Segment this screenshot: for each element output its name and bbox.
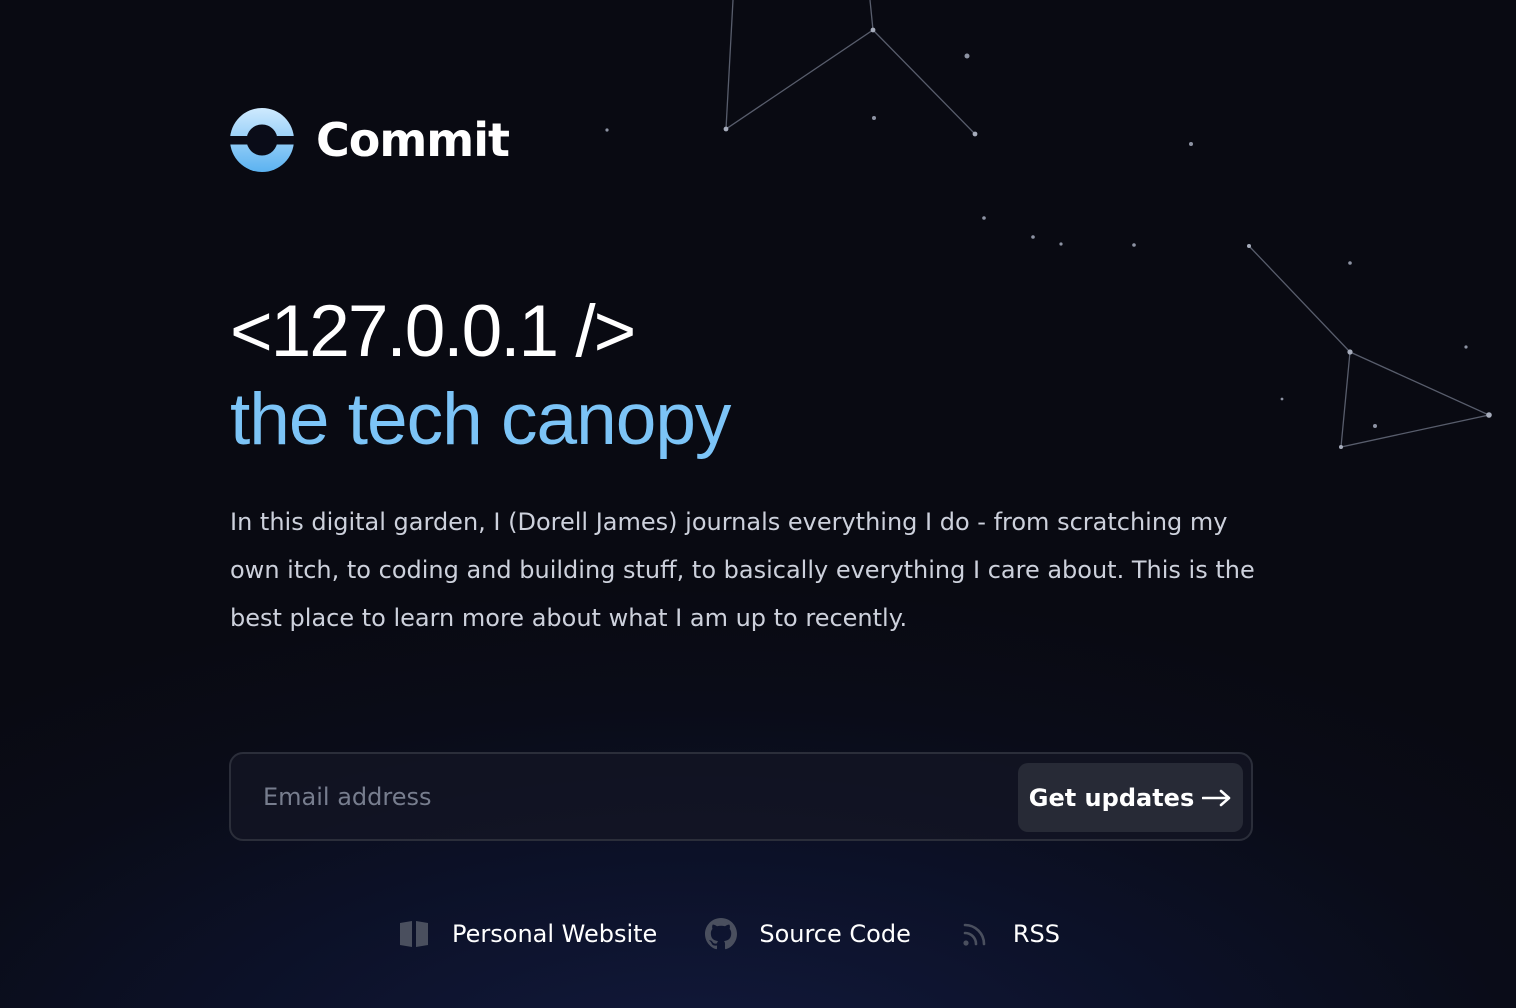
github-icon	[703, 916, 739, 952]
book-icon	[396, 916, 432, 952]
get-updates-label: Get updates	[1028, 783, 1195, 812]
source-code-link[interactable]: Source Code	[703, 912, 911, 956]
newsletter-form: Get updates	[229, 752, 1253, 841]
personal-website-label: Personal Website	[452, 920, 658, 948]
get-updates-button[interactable]: Get updates	[1018, 763, 1243, 832]
rss-link[interactable]: RSS	[957, 912, 1060, 956]
intro-paragraph: In this digital garden, I (Dorell James)…	[230, 508, 1255, 632]
hero-line-localhost: <127.0.0.1 />	[230, 291, 636, 372]
rss-label: RSS	[1012, 920, 1060, 948]
hero-headline: <127.0.0.1 /> the tech canopy	[230, 288, 731, 464]
source-code-label: Source Code	[759, 920, 911, 948]
personal-website-link[interactable]: Personal Website	[396, 912, 657, 956]
arrow-right-icon	[1202, 789, 1231, 806]
hero-line-tagline: the tech canopy	[230, 379, 731, 460]
brand-name: Commit	[316, 113, 510, 167]
email-input[interactable]	[231, 754, 1011, 839]
rss-icon	[957, 916, 993, 952]
footer-links: Personal Website Source Code RSS	[396, 912, 1106, 956]
commit-ring-logo-icon	[230, 108, 294, 172]
brand-logo[interactable]: Commit	[230, 108, 510, 172]
